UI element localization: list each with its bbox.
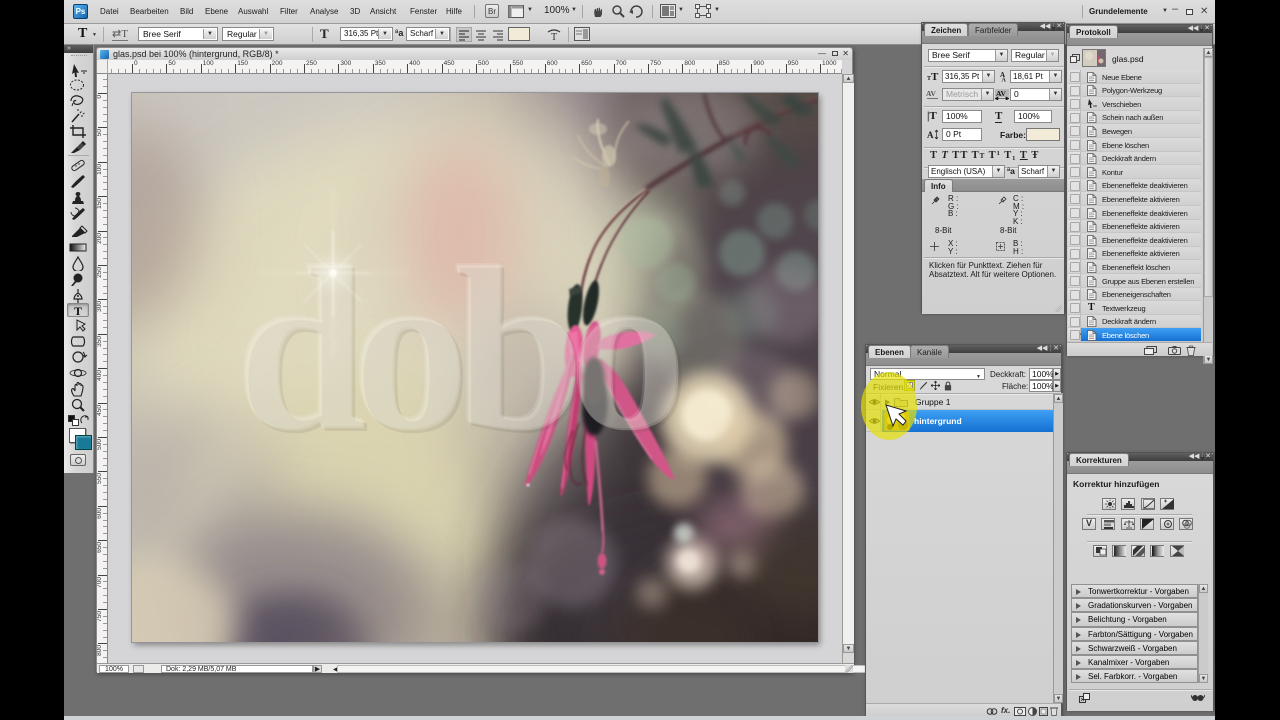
svg-text:AV: AV — [926, 89, 936, 98]
svg-text:A: A — [1002, 78, 1007, 83]
svg-text:AV: AV — [996, 89, 1006, 98]
svg-text:A: A — [927, 130, 934, 140]
svg-text:T: T — [551, 32, 557, 42]
